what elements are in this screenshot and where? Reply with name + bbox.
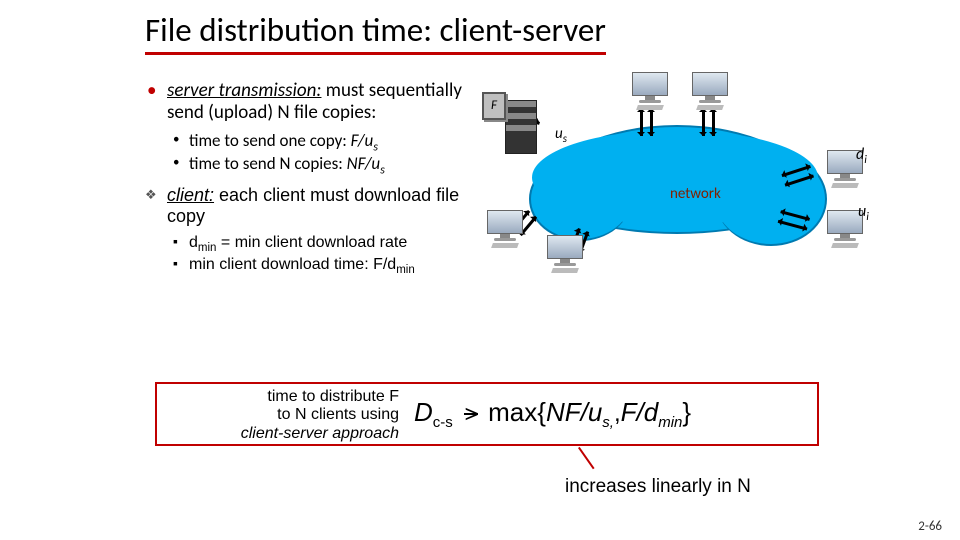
nfu-s: s,: [602, 414, 614, 431]
di-s: i: [864, 153, 867, 167]
ui-label: ui: [858, 202, 869, 221]
slide: File distribution time: client-server se…: [0, 0, 960, 540]
Dcs: D: [414, 397, 433, 427]
network-label: network: [670, 185, 721, 203]
bullet-client: client: each client must download file c…: [145, 185, 465, 227]
us-u: u: [555, 125, 563, 143]
bullet-copyN: time to send N copies: NF/us: [145, 154, 465, 174]
ge-symbol: >: [464, 401, 478, 429]
server-body: [505, 100, 537, 154]
client-pc-icon: [630, 72, 670, 110]
boxl2: to N clients using: [277, 406, 399, 423]
client-heading: client:: [167, 185, 214, 205]
formula-box: time to distribute F to N clients using …: [155, 382, 819, 446]
page-number: 2-66: [918, 519, 942, 534]
t2f: NF/u: [347, 153, 381, 174]
server-heading: server transmission:: [167, 79, 321, 102]
formula: Dc-s > max{NF/us,,F/dmin}: [414, 397, 691, 428]
file-label: F: [482, 92, 506, 120]
ui-s: i: [866, 210, 869, 224]
max: max{: [488, 397, 546, 427]
us-label: us: [555, 125, 567, 143]
us-s: s: [563, 132, 567, 145]
di-label: di: [856, 145, 867, 164]
Dcs-sub: c-s: [433, 414, 453, 431]
bullet-copy1: time to send one copy: F/us: [145, 131, 465, 151]
body-text: server transmission: must sequentially s…: [145, 80, 465, 277]
t2: time to send N copies:: [189, 153, 347, 174]
bullet-server: server transmission: must sequentially s…: [145, 80, 465, 125]
client-pc-icon: [545, 235, 585, 273]
di-d: d: [856, 145, 864, 164]
cloud-fill: [532, 130, 818, 225]
d1s: min: [198, 242, 217, 254]
slide-title: File distribution time: client-server: [145, 10, 606, 55]
d2s: min: [396, 264, 415, 276]
fd: F/d: [621, 397, 659, 427]
comma: ,: [614, 400, 621, 427]
close: }: [682, 397, 691, 427]
ge-underline: [464, 413, 478, 415]
server-icon: [505, 100, 535, 152]
t1: time to send one copy:: [189, 130, 351, 151]
t1s: s: [373, 139, 378, 154]
d2a: min client download time: F/d: [189, 256, 396, 273]
bullet-mintime: min client download time: F/dmin: [145, 255, 465, 274]
d1b: = min client download rate: [216, 234, 407, 251]
t2s: s: [380, 163, 385, 178]
network-diagram: network F us di ui: [480, 90, 880, 280]
nfu: NF/u: [546, 397, 602, 427]
boxl1: time to distribute F: [267, 388, 399, 405]
client-pc-icon: [690, 72, 730, 110]
ui-u: u: [858, 202, 866, 221]
t1f: F/u: [351, 130, 374, 151]
box-caption: time to distribute F to N clients using …: [169, 388, 399, 443]
boxl3: client-server approach: [241, 425, 399, 442]
bullet-dmin: dmin = min client download rate: [145, 233, 465, 252]
increases-note: increases linearly in N: [565, 476, 751, 498]
fd-s: min: [658, 414, 682, 431]
client-pc-icon: [485, 210, 525, 248]
d1: d: [189, 234, 198, 251]
